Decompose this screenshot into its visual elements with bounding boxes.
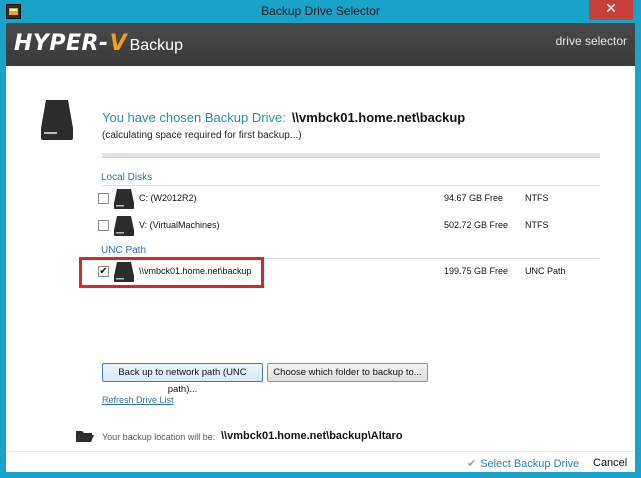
logo-backup-text: Backup [129, 37, 183, 54]
drive-checkbox[interactable] [98, 193, 109, 204]
drive-name: V: (VirtualMachines) [139, 220, 220, 230]
drive-free-space: 502.72 GB Free [444, 220, 509, 230]
cancel-button[interactable]: Cancel [593, 457, 627, 469]
backup-location-path: \\vmbck01.home.net\backup\Altaro [221, 430, 403, 442]
folder-open-icon [75, 429, 95, 443]
brand-header: HYPER- V Backup drive selector [6, 23, 635, 66]
app-window: Backup Drive Selector ✕ HYPER- V Backup dr… [0, 0, 641, 478]
checkmark-icon: ✔ [467, 457, 477, 470]
close-button[interactable]: ✕ [589, 0, 633, 20]
chosen-drive-path: \\vmbck01.home.net\backup [291, 110, 466, 125]
drive-row-v[interactable]: V: (VirtualMachines) 502.72 GB Free NTFS [98, 215, 608, 237]
chosen-drive-line: You have chosen Backup Drive: \\vmbck01.h… [102, 110, 465, 125]
backup-unc-path-button[interactable]: Back up to network path (UNC path)... [102, 363, 263, 395]
titlebar[interactable]: Backup Drive Selector ✕ [0, 0, 641, 23]
chosen-drive-label: You have chosen Backup Drive: [102, 110, 286, 125]
logo-hyper-text: HYPER- [14, 31, 109, 56]
space-progress-bar [102, 153, 600, 158]
header-subtitle: drive selector [555, 34, 627, 48]
window-title: Backup Drive Selector [261, 4, 380, 18]
select-backup-drive-label: Select Backup Drive [480, 457, 580, 470]
logo-v-text: V [109, 31, 127, 56]
drive-filesystem: NTFS [525, 193, 549, 203]
choose-folder-button[interactable]: Choose which folder to backup to... [267, 363, 428, 382]
drive-free-space: 199.75 GB Free [444, 266, 509, 276]
footer-divider [6, 451, 635, 452]
drive-filesystem: UNC Path [525, 266, 566, 276]
select-backup-drive-button[interactable]: ✔ Select Backup Drive [467, 457, 579, 470]
hard-drive-icon [113, 215, 135, 237]
local-disks-header: Local Disks [101, 172, 599, 186]
backup-location-label: Your backup location will be: [102, 432, 216, 442]
refresh-drive-list-link[interactable]: Refresh Drive List [102, 395, 174, 405]
drive-name: C: (W2012R2) [139, 193, 197, 203]
drive-filesystem: NTFS [525, 220, 549, 230]
hard-drive-icon [39, 98, 75, 142]
drive-row-c[interactable]: C: (W2012R2) 94.67 GB Free NTFS [98, 188, 608, 210]
dialog-client: HYPER- V Backup drive selector You have ch… [6, 23, 635, 472]
selection-highlight-box [79, 257, 264, 288]
drive-checkbox[interactable] [98, 220, 109, 231]
drive-free-space: 94.67 GB Free [444, 193, 504, 203]
logo: HYPER- V Backup [14, 31, 183, 59]
hard-drive-icon [113, 188, 135, 210]
calculating-status: (calculating space required for first ba… [102, 130, 302, 141]
